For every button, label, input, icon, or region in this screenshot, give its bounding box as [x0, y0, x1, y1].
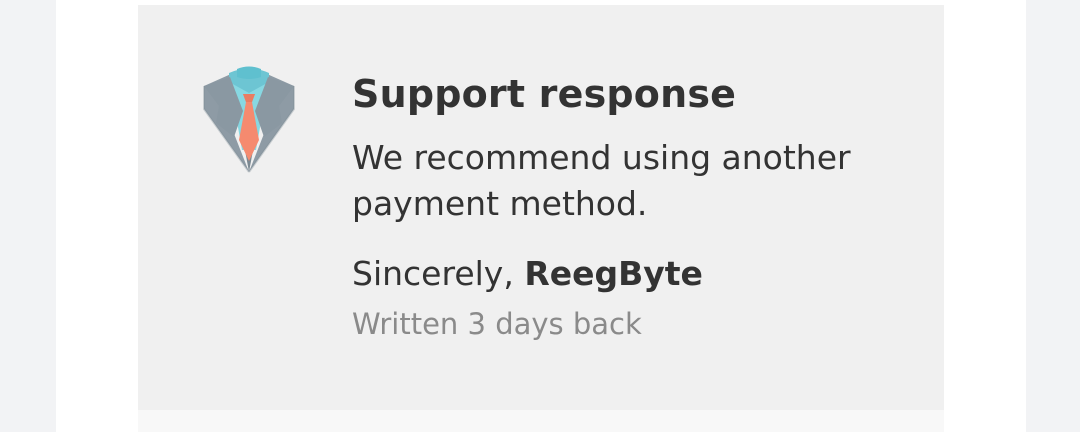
response-title: Support response [352, 72, 737, 116]
card-footer-strip [138, 410, 944, 432]
response-message: We recommend using another payment metho… [352, 138, 851, 223]
response-content: Support response We recommend using anot… [352, 70, 922, 343]
response-signoff: Sincerely, ReegByte [352, 251, 922, 297]
author-name: ReegByte [524, 254, 703, 293]
response-timestamp: Written 3 days back [352, 307, 642, 341]
signoff-prefix: Sincerely, [352, 254, 514, 293]
suit-tie-icon [200, 64, 298, 176]
